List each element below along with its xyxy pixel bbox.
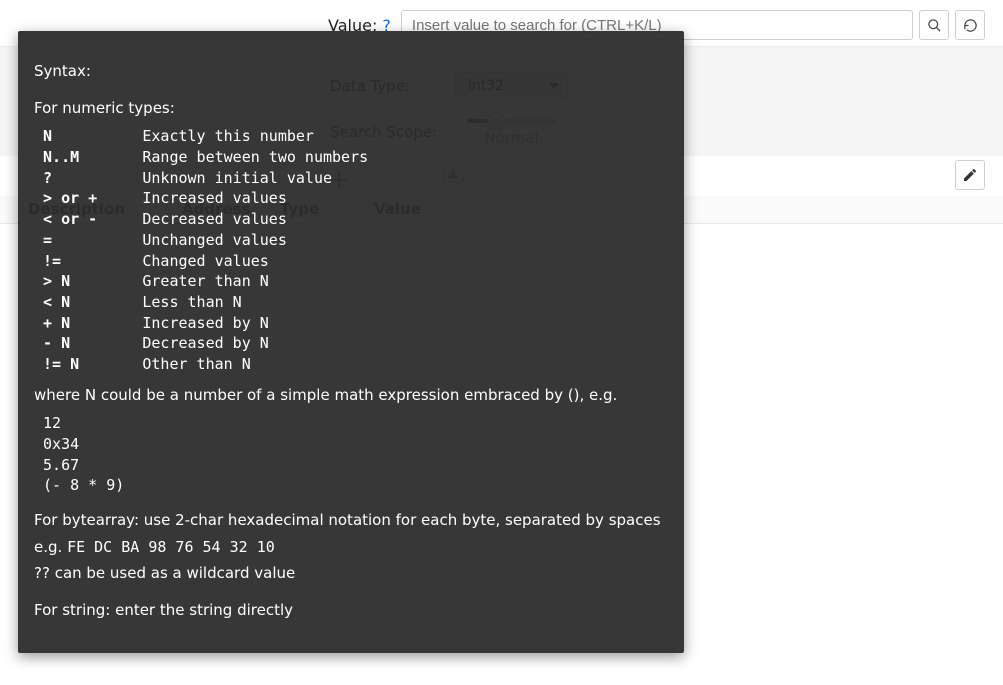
search-icon: [927, 18, 942, 33]
tooltip-bytearray-eg: e.g. FE DC BA 98 76 54 32 10: [34, 537, 668, 558]
syntax-tooltip: Syntax: For numeric types: N Exactly thi…: [18, 31, 684, 653]
tooltip-numeric-intro: For numeric types:: [34, 98, 668, 119]
tooltip-syntax-table: N Exactly this number N..M Range between…: [34, 126, 668, 374]
tooltip-bytearray-wildcard: ?? can be used as a wildcard value: [34, 563, 668, 584]
edit-button[interactable]: [955, 160, 985, 190]
tooltip-where-text: where N could be a number of a simple ma…: [34, 385, 668, 406]
refresh-button[interactable]: [955, 10, 985, 40]
tooltip-examples: 12 0x34 5.67 (- 8 * 9): [34, 413, 668, 496]
search-button[interactable]: [919, 10, 949, 40]
pencil-icon: [962, 167, 978, 183]
refresh-icon: [963, 18, 978, 33]
tooltip-title: Syntax:: [34, 61, 668, 82]
tooltip-bytearray-line: For bytearray: use 2-char hexadecimal no…: [34, 510, 668, 531]
tooltip-string-line: For string: enter the string directly: [34, 600, 668, 621]
